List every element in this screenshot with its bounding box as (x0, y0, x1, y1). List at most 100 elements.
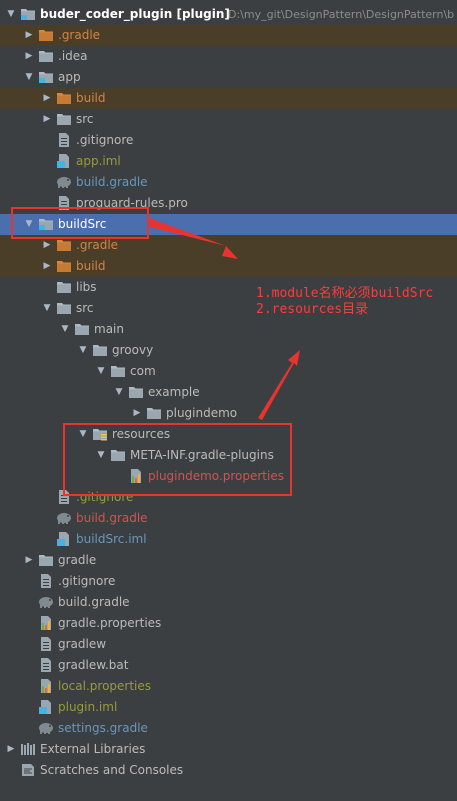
gradle-elephant-icon (56, 175, 72, 189)
tree-item-label: .gradle (58, 28, 101, 42)
chevron-right-icon[interactable]: ▶ (42, 256, 52, 277)
tree-item-label: .gitignore (58, 574, 116, 588)
tree-row[interactable]: .gitignore (0, 130, 457, 151)
tree-item-label: resources (112, 427, 171, 441)
tree-item-label: .gitignore (76, 490, 134, 504)
tree-item-label: gradle.properties (58, 616, 162, 630)
gradle-elephant-icon (38, 721, 54, 735)
chevron-down-icon[interactable]: ▼ (24, 214, 34, 235)
tree-row[interactable]: ▶ .gradle (0, 235, 457, 256)
tree-item-label: build (76, 259, 106, 273)
tree-row[interactable]: ▶ .idea (0, 46, 457, 67)
libraries-icon (20, 742, 36, 756)
tree-item-label: proguard-rules.pro (76, 196, 188, 210)
folder-orange-icon (56, 91, 72, 105)
tree-row[interactable]: buildSrc.iml (0, 529, 457, 550)
gradle-elephant-icon (56, 511, 72, 525)
chevron-right-icon[interactable]: ▶ (132, 403, 142, 424)
tree-row[interactable]: build.gradle (0, 508, 457, 529)
tree-item-label: Scratches and Consoles (40, 763, 184, 777)
tree-row[interactable]: build.gradle (0, 172, 457, 193)
tree-item-label: META-INF.gradle-plugins (130, 448, 274, 462)
tree-row[interactable]: proguard-rules.pro (0, 193, 457, 214)
chevron-right-icon[interactable]: ▶ (24, 46, 34, 67)
chevron-right-icon[interactable]: ▶ (42, 88, 52, 109)
chevron-down-icon[interactable]: ▼ (78, 424, 88, 445)
tree-row[interactable]: local.properties (0, 676, 457, 697)
module-folder-icon (20, 7, 36, 21)
tree-item-label: gradle (58, 553, 97, 567)
chevron-right-icon[interactable]: ▶ (42, 235, 52, 256)
tree-row[interactable]: ▼ groovy (0, 340, 457, 361)
properties-file-icon (38, 679, 54, 693)
tree-row[interactable]: gradle.properties (0, 613, 457, 634)
folder-orange-icon (56, 238, 72, 252)
folder-orange-icon (56, 259, 72, 273)
tree-row[interactable]: ▶ src (0, 109, 457, 130)
tree-row[interactable]: ▼ app (0, 67, 457, 88)
tree-row[interactable]: ▶ plugindemo (0, 403, 457, 424)
chevron-down-icon[interactable]: ▼ (24, 67, 34, 88)
iml-file-icon (56, 154, 72, 168)
tree-row[interactable]: gradlew (0, 634, 457, 655)
tree-row[interactable]: settings.gradle (0, 718, 457, 739)
tree-item-label: local.properties (58, 679, 152, 693)
tree-item-label: src (76, 112, 94, 126)
iml-file-icon (56, 532, 72, 546)
chevron-down-icon[interactable]: ▼ (60, 319, 70, 340)
tree-row[interactable]: app.iml (0, 151, 457, 172)
chevron-down-icon[interactable]: ▼ (96, 445, 106, 466)
tree-row[interactable]: .gitignore (0, 571, 457, 592)
chevron-right-icon[interactable]: ▶ (42, 109, 52, 130)
tree-row[interactable]: ▶ build (0, 88, 457, 109)
file-icon (38, 658, 54, 672)
tree-item-label: main (94, 322, 124, 336)
tree-row[interactable]: plugindemo.properties (0, 466, 457, 487)
tree-row[interactable]: .gitignore (0, 487, 457, 508)
folder-icon (92, 343, 108, 357)
properties-file-icon (38, 616, 54, 630)
properties-file-icon (128, 469, 144, 483)
tree-row[interactable]: ▼ META-INF.gradle-plugins (0, 445, 457, 466)
chevron-right-icon[interactable]: ▶ (24, 550, 34, 571)
chevron-down-icon[interactable]: ▼ (6, 4, 16, 25)
tree-row[interactable]: Scratches and Consoles (0, 760, 457, 781)
chevron-down-icon[interactable]: ▼ (78, 340, 88, 361)
chevron-down-icon[interactable]: ▼ (96, 361, 106, 382)
chevron-right-icon[interactable]: ▶ (24, 25, 34, 46)
chevron-down-icon[interactable]: ▼ (42, 298, 52, 319)
file-icon (56, 133, 72, 147)
tree-row[interactable]: ▼ main (0, 319, 457, 340)
tree-item-label: .idea (58, 49, 88, 63)
tree-row[interactable]: ▼ com (0, 361, 457, 382)
resources-folder-icon (92, 427, 108, 441)
tree-row[interactable]: ▶ .gradle (0, 25, 457, 46)
tree-row[interactable]: ▼ buildSrc (0, 214, 457, 235)
module-folder-icon (38, 70, 54, 84)
tree-row[interactable]: ▶ build (0, 256, 457, 277)
tree-item-label: src (76, 301, 94, 315)
tree-item-label: plugin.iml (58, 700, 118, 714)
project-path: D:\my_git\DesignPattern\DesignPattern\b (228, 8, 455, 21)
annotation-line-2: 2.resources目录 (256, 302, 369, 317)
tree-row[interactable]: ▶ gradle (0, 550, 457, 571)
tree-item-label: .gitignore (76, 133, 134, 147)
tree-row[interactable]: ▶ External Libraries (0, 739, 457, 760)
file-icon (56, 490, 72, 504)
chevron-down-icon[interactable]: ▼ (114, 382, 124, 403)
tree-item-label: buildSrc.iml (76, 532, 147, 546)
tree-row[interactable]: build.gradle (0, 592, 457, 613)
tree-row[interactable]: ▼ buder_coder_plugin [plugin] D:\my_git\De… (0, 4, 457, 25)
tree-item-label: app.iml (76, 154, 121, 168)
module-folder-icon (38, 217, 54, 231)
tree-item-label: buder_coder_plugin [plugin] (40, 7, 230, 21)
tree-item-label: com (130, 364, 156, 378)
tree-row[interactable]: gradlew.bat (0, 655, 457, 676)
tree-item-label: build (76, 91, 106, 105)
tree-item-label: build.gradle (58, 595, 130, 609)
tree-row[interactable]: ▼ resources (0, 424, 457, 445)
tree-row[interactable]: ▼ example (0, 382, 457, 403)
tree-row[interactable]: plugin.iml (0, 697, 457, 718)
tree-item-label: gradlew.bat (58, 658, 129, 672)
chevron-right-icon[interactable]: ▶ (6, 739, 16, 760)
